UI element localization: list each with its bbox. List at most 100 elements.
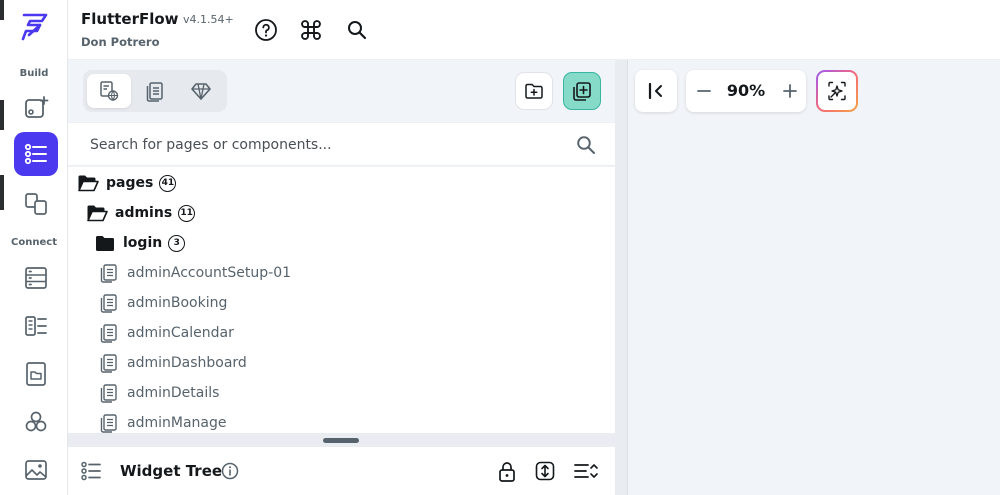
- app-version: v4.1.54+: [183, 13, 234, 26]
- page-globe-icon: [100, 81, 119, 101]
- window-edge: [0, 100, 4, 130]
- minus-icon: [697, 90, 711, 92]
- add-page-icon: [573, 82, 591, 101]
- rail-add-widget-button[interactable]: [14, 86, 58, 130]
- page-icon: [98, 383, 120, 403]
- page-label: adminDashboard: [127, 355, 247, 371]
- page-row[interactable]: adminCalendar: [98, 320, 234, 346]
- command-key-icon: [301, 20, 321, 40]
- components-stack-icon: [146, 82, 163, 102]
- page-row[interactable]: adminDetails: [98, 380, 219, 406]
- window-edge: [0, 0, 4, 20]
- database-icon: [25, 267, 47, 289]
- app-title: FlutterFlow: [81, 10, 179, 28]
- add-folder-icon: [525, 83, 543, 99]
- rail-media-button[interactable]: [14, 352, 58, 396]
- top-bar: FlutterFlow v4.1.54+ Don Potrero: [68, 0, 1000, 60]
- folder-row-pages[interactable]: pages 41: [77, 170, 177, 196]
- panel-mode-switcher: [83, 70, 227, 112]
- project-owner-name: Don Potrero: [81, 35, 160, 49]
- image-assets-icon: [25, 460, 47, 480]
- page-icon: [98, 293, 120, 313]
- flutterflow-logo-icon[interactable]: [20, 12, 50, 44]
- folder-row-admins[interactable]: admins 11: [86, 200, 196, 226]
- lock-icon[interactable]: [496, 461, 518, 483]
- page-icon: [98, 323, 120, 343]
- window-edge: [0, 175, 4, 210]
- search-icon[interactable]: [576, 135, 596, 155]
- add-widget-icon: [25, 96, 49, 118]
- storyboard-icon: [25, 193, 47, 215]
- page-search-bar: [68, 122, 615, 166]
- page-row[interactable]: adminAccountSetup-01: [98, 260, 291, 286]
- integrations-icon: [25, 411, 47, 432]
- page-list-icon: [24, 143, 47, 165]
- zoom-control: 90%: [686, 70, 806, 112]
- page-label: adminDetails: [127, 385, 220, 401]
- zoom-out-button[interactable]: [692, 79, 716, 103]
- connect-section-label: Connect: [11, 237, 57, 248]
- rail-page-list-button[interactable]: [14, 132, 58, 176]
- page-search-input[interactable]: [90, 133, 560, 157]
- collapse-panel-button[interactable]: [635, 70, 677, 112]
- diamond-icon: [191, 83, 211, 100]
- collapse-list-icon[interactable]: [573, 460, 599, 482]
- page-count-badge: 11: [178, 204, 196, 222]
- rail-integrations-button[interactable]: [14, 400, 58, 444]
- build-section-label: Build: [19, 68, 49, 79]
- panel-splitter[interactable]: [68, 433, 615, 447]
- page-label: adminBooking: [127, 295, 228, 311]
- rail-storyboard-button[interactable]: [14, 182, 58, 226]
- help-button[interactable]: [253, 17, 279, 43]
- page-row[interactable]: adminDashboard: [98, 350, 247, 376]
- search-icon: [348, 21, 367, 40]
- zoom-in-button[interactable]: [778, 79, 802, 103]
- ai-gen-button[interactable]: [816, 70, 858, 112]
- rail-database-button[interactable]: [14, 256, 58, 300]
- page-row[interactable]: adminBooking: [98, 290, 227, 316]
- library-tab[interactable]: [179, 74, 223, 108]
- info-icon[interactable]: [220, 461, 240, 481]
- new-folder-button[interactable]: [515, 72, 553, 110]
- page-label: adminCalendar: [127, 325, 234, 341]
- components-tab[interactable]: [133, 74, 177, 108]
- page-selector-panel: pages 41 admins 11 login 3: [68, 60, 615, 495]
- folder-label: admins: [115, 205, 173, 221]
- folder-label: pages: [106, 175, 154, 191]
- panel-scrollbar[interactable]: [615, 60, 628, 495]
- widget-tree-label: Widget Tree: [120, 462, 223, 480]
- rail-api-calls-button[interactable]: [14, 304, 58, 348]
- media-folder-icon: [26, 362, 46, 386]
- page-icon: [98, 263, 120, 283]
- collapse-left-icon: [648, 82, 662, 100]
- folder-closed-icon: [94, 233, 116, 253]
- folder-label: login: [123, 235, 163, 251]
- page-tree: pages 41 admins 11 login 3 adminAccountS…: [68, 167, 615, 433]
- drag-handle[interactable]: [323, 438, 359, 443]
- page-count-badge: 41: [159, 174, 177, 192]
- rail-image-assets-button[interactable]: [14, 448, 58, 492]
- ai-gen-button-inner: [818, 72, 856, 110]
- help-icon: [255, 19, 277, 41]
- expand-vertical-icon[interactable]: [534, 460, 556, 482]
- api-calls-icon: [25, 316, 47, 336]
- page-count-badge: 3: [168, 234, 186, 252]
- plus-icon: [783, 84, 797, 98]
- command-palette-button[interactable]: [298, 17, 324, 43]
- folder-open-icon: [77, 173, 99, 193]
- add-page-button[interactable]: [563, 72, 601, 110]
- global-search-button[interactable]: [344, 17, 370, 43]
- widget-tree-icon: [80, 460, 102, 482]
- canvas-area[interactable]: 90%: [628, 60, 1000, 495]
- left-nav-rail: Build Connect: [0, 0, 68, 495]
- ai-sparkle-icon: [828, 81, 846, 101]
- widget-tree-header: Widget Tree: [68, 447, 615, 495]
- folder-row-login[interactable]: login 3: [94, 230, 186, 256]
- page-label: adminManage: [127, 415, 227, 431]
- page-label: adminAccountSetup-01: [127, 265, 292, 281]
- pages-tab[interactable]: [87, 74, 131, 108]
- zoom-level: 90%: [726, 81, 766, 100]
- folder-open-icon: [86, 203, 108, 223]
- page-icon: [98, 353, 120, 373]
- page-icon: [98, 413, 120, 433]
